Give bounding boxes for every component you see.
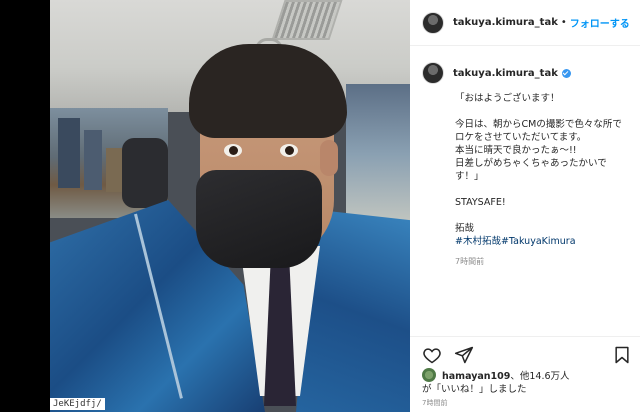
ear [320,140,338,176]
avatar[interactable] [422,11,444,34]
share-icon[interactable] [454,345,474,365]
hashtag-links[interactable]: #木村拓哉#TakuyaKimura [455,235,632,248]
caption-line: ロケをさせていただいてます。 [455,132,587,143]
divider [410,336,640,337]
caption-line: 拓哉 [455,223,475,234]
avatar[interactable] [422,368,436,382]
caption-line: す！」 [455,171,484,182]
post-timestamp[interactable]: 7時間前 [455,256,632,267]
caption-line: 「おはようございます！ [455,93,560,104]
follow-button[interactable]: フォローする [570,15,630,30]
eye-right [280,144,298,157]
caption-line: 本当に晴天で良かったぁ〜!! [455,145,577,156]
caption-gap [455,209,632,222]
header-username[interactable]: takuya.kimura_tak [453,17,558,28]
caption-line: 今日は、朝からCMの撮影で色々な所で [455,119,622,130]
verified-badge-icon [561,68,571,78]
caption: takuya.kimura_tak 「おはようございます！ 今日は、朝からCMの… [422,62,632,267]
caption-gap [455,183,632,196]
likes-text: hamayan109、他14.6万人 [442,368,570,382]
eye-left [224,144,242,157]
post-header: takuya.kimura_tak • フォローする [410,0,640,46]
post-photo[interactable]: JeKEjdfj/ [50,0,410,412]
caption-gap [455,105,632,118]
header-separator: • [560,17,567,28]
caption-line: STAYSAFE! [455,197,506,208]
caption-header: takuya.kimura_tak [422,62,632,84]
building [58,118,80,188]
bookmark-icon[interactable] [612,345,632,365]
headrest [122,138,168,208]
likes-summary: hamayan109、他14.6万人 [422,368,570,382]
avatar[interactable] [422,62,444,84]
watermark-label: JeKEjdfj/ [50,398,105,410]
post-time: 7時間前 [422,399,448,407]
car-window-right [346,84,410,224]
likes-suffix: が「いいね！」しました [422,384,527,395]
post-sidebar: takuya.kimura_tak • フォローする takuya.kimura… [410,0,640,412]
action-bar [422,344,632,366]
heart-icon[interactable] [422,345,442,365]
building [84,130,102,190]
caption-username[interactable]: takuya.kimura_tak [453,68,558,79]
caption-text: 「おはようございます！ 今日は、朝からCMの撮影で色々な所で ロケをさせていただ… [455,92,632,248]
face-mask [196,170,322,268]
caption-line: 日差しがめちゃくちゃあったかいで [455,158,607,169]
